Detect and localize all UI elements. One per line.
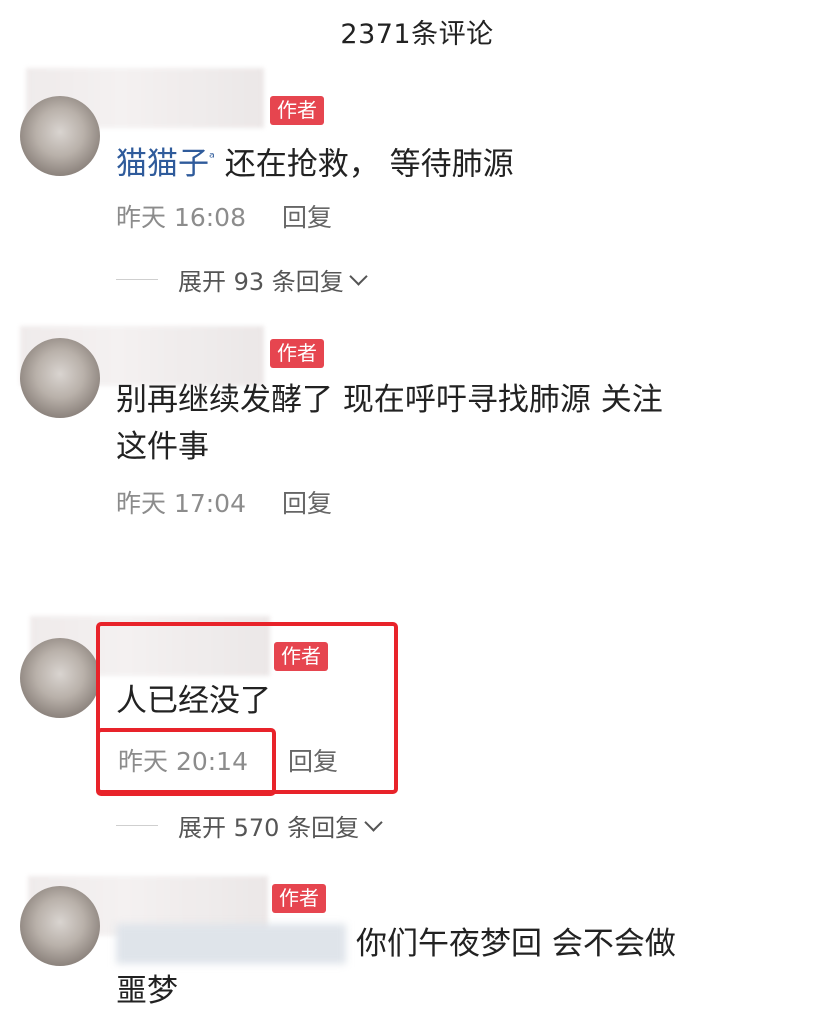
- expand-replies-button[interactable]: 展开 93 条回复: [116, 262, 368, 297]
- divider-line: [116, 825, 158, 826]
- comment-text-line: 你们午夜梦回 会不会做: [356, 926, 676, 962]
- author-badge: 作者: [270, 339, 324, 368]
- comment-text: 别再继续发酵了 现在呼吁寻找肺源 关注 这件事: [116, 377, 716, 471]
- comment-meta: 昨天 17:04 回复: [116, 484, 332, 520]
- divider-line: [116, 279, 158, 280]
- comment-text-line: 这件事: [116, 429, 209, 465]
- comment-count-title: 2371条评论: [340, 19, 494, 50]
- chevron-down-icon: [364, 812, 383, 832]
- author-badge: 作者: [274, 642, 328, 671]
- author-badge: 作者: [272, 884, 326, 913]
- avatar[interactable]: [20, 886, 100, 966]
- nickname-icon: ᵃ: [209, 149, 215, 167]
- expand-replies-button[interactable]: 展开 570 条回复: [116, 808, 383, 843]
- comment-meta: 昨天 20:14 回复: [118, 742, 338, 778]
- comment-time: 昨天 20:14: [118, 747, 248, 776]
- expand-label: 展开 570 条回复: [178, 814, 360, 842]
- comment-text-line: 别再继续发酵了 现在呼吁寻找肺源 关注: [116, 382, 663, 418]
- comment-text: 你们午夜梦回 会不会做 噩梦: [116, 921, 716, 1015]
- comment-text-line: 噩梦: [116, 973, 178, 1009]
- nickname[interactable]: 猫猫子ᵃ: [116, 146, 215, 182]
- expand-label: 展开 93 条回复: [178, 268, 344, 296]
- avatar[interactable]: [20, 338, 100, 418]
- comment-time: 昨天 17:04: [116, 489, 246, 518]
- author-badge: 作者: [270, 96, 324, 125]
- avatar[interactable]: [20, 638, 100, 718]
- reply-button[interactable]: 回复: [282, 489, 332, 518]
- comment-meta: 昨天 16:08 回复: [116, 198, 332, 234]
- avatar[interactable]: [20, 96, 100, 176]
- comment-text: 猫猫子ᵃ 还在抢救， 等待肺源: [116, 146, 514, 183]
- chevron-down-icon: [349, 266, 368, 286]
- comment-text: 人已经没了: [116, 683, 271, 719]
- reply-button[interactable]: 回复: [282, 203, 332, 232]
- reply-button[interactable]: 回复: [288, 747, 338, 776]
- comment-time: 昨天 16:08: [116, 203, 246, 232]
